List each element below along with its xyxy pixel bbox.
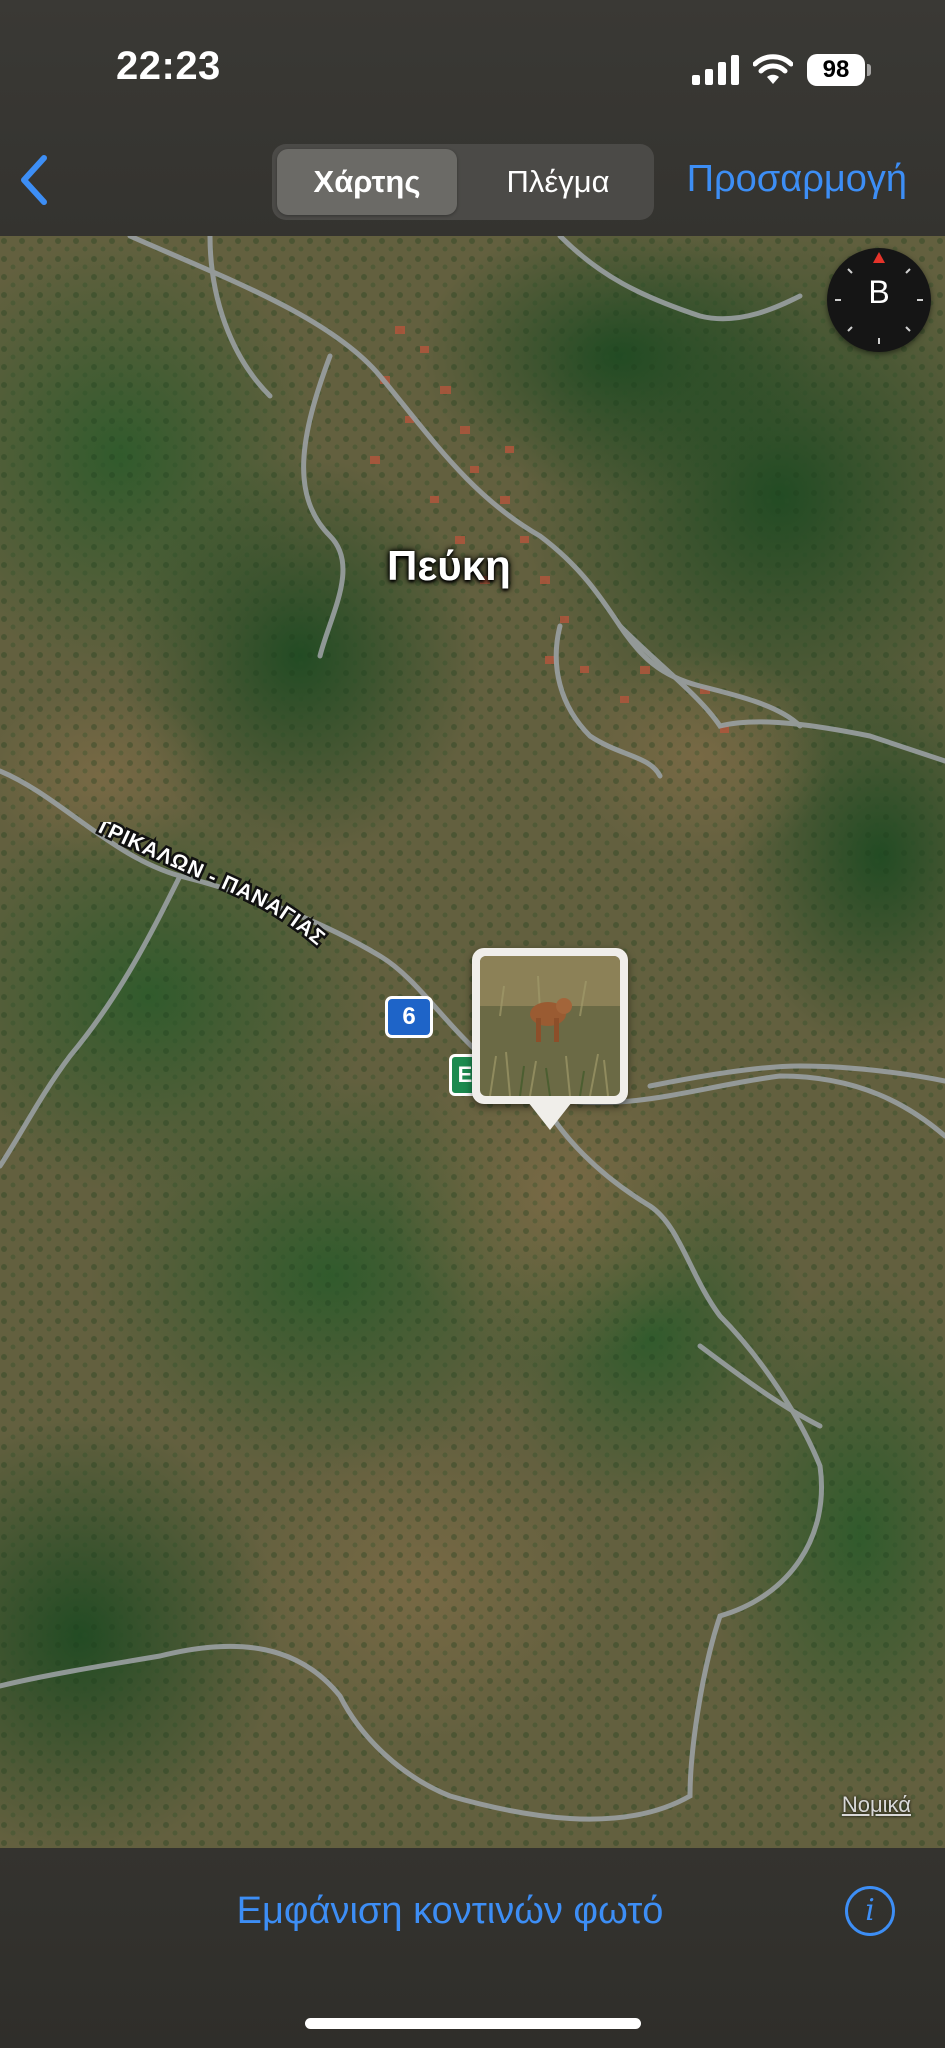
info-icon[interactable]: i [845,1886,895,1936]
view-mode-segmented-control: Χάρτης Πλέγμα [272,144,654,220]
satellite-map[interactable]: Πεύκη ΤΡΙΚΑΛΩΝ - ΠΑΝΑΓΙΑΣ 6 E B Νομικά [0,236,945,1848]
segment-grid[interactable]: Πλέγμα [467,149,649,215]
route-shield-6: 6 [385,996,433,1038]
road-label: ΤΡΙΚΑΛΩΝ - ΠΑΝΑΓΙΑΣ [90,822,331,953]
compass-button[interactable]: B [827,248,931,352]
customize-button[interactable]: Προσαρμογή [687,158,907,201]
svg-text:ΤΡΙΚΑΛΩΝ - ΠΑΝΑΓΙΑΣ: ΤΡΙΚΑΛΩΝ - ΠΑΝΑΓΙΑΣ [92,822,330,950]
compass-north-label: B [868,274,890,310]
back-button[interactable] [14,150,64,214]
battery-icon: 98 [807,54,871,86]
photo-pin[interactable] [472,948,628,1130]
status-time: 22:23 [116,44,221,88]
wifi-icon [753,54,793,84]
top-bar: 22:23 98 Χάρτης Πλέγμα Προσαρμογή [0,0,945,236]
status-icons: 98 [692,50,871,90]
photo-thumbnail-dog [480,956,620,1096]
place-label: Πεύκη [387,542,511,589]
road-name-text: ΤΡΙΚΑΛΩΝ - ΠΑΝΑΓΙΑΣ [90,822,331,953]
battery-level: 98 [822,56,850,83]
show-nearby-photos-button[interactable]: Εμφάνιση κοντινών φωτό [0,1890,900,1933]
legal-link[interactable]: Νομικά [842,1792,911,1818]
segment-map[interactable]: Χάρτης [277,149,457,215]
chevron-left-icon [21,155,47,205]
bottom-bar: Εμφάνιση κοντινών φωτό i [0,1848,945,2048]
cellular-signal-icon [692,55,739,85]
home-indicator[interactable] [305,2018,641,2029]
